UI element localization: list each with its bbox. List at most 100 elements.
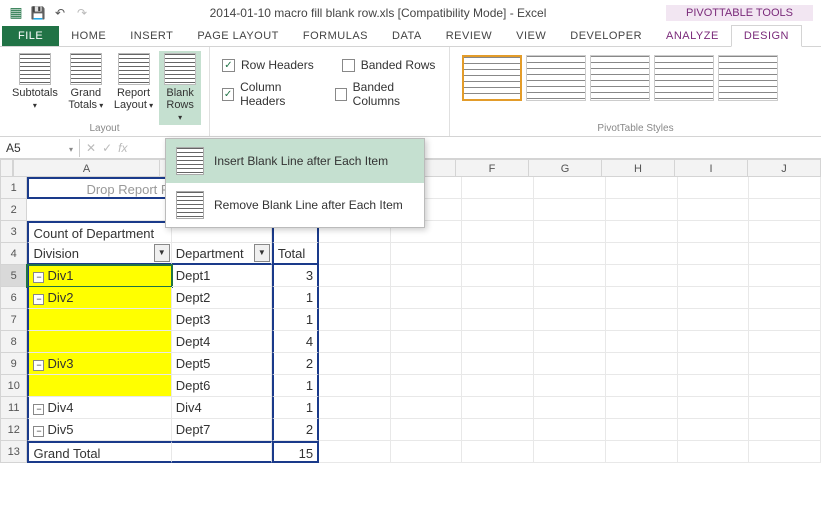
- cell[interactable]: 1: [272, 309, 319, 331]
- cell[interactable]: [749, 265, 821, 287]
- cell[interactable]: 3: [272, 265, 319, 287]
- cell[interactable]: [462, 397, 534, 419]
- banded-rows-checkbox[interactable]: Banded Rows: [338, 55, 440, 75]
- style-swatch[interactable]: [718, 55, 778, 101]
- cell[interactable]: Dept6: [172, 375, 272, 397]
- cell[interactable]: [27, 199, 171, 221]
- row-header[interactable]: 5: [0, 265, 27, 287]
- cell[interactable]: −Div1: [27, 265, 171, 287]
- cell[interactable]: [319, 243, 391, 265]
- row-header[interactable]: 13: [0, 441, 27, 463]
- cell[interactable]: [749, 397, 821, 419]
- cell[interactable]: [391, 331, 463, 353]
- cell[interactable]: [606, 353, 678, 375]
- report-layout-button[interactable]: Report Layout: [110, 51, 158, 125]
- cell[interactable]: [678, 441, 750, 463]
- row-header[interactable]: 10: [0, 375, 27, 397]
- cell[interactable]: [678, 265, 750, 287]
- row-header[interactable]: 1: [0, 177, 27, 199]
- column-header[interactable]: A: [13, 159, 160, 177]
- cell[interactable]: 1: [272, 375, 319, 397]
- cell[interactable]: −Div2: [27, 287, 171, 309]
- fx-icon[interactable]: fx: [118, 141, 127, 155]
- cell[interactable]: [606, 331, 678, 353]
- grand-totals-button[interactable]: Grand Totals: [64, 51, 108, 125]
- cell[interactable]: [749, 199, 821, 221]
- cancel-icon[interactable]: ✕: [86, 141, 96, 155]
- cell[interactable]: [749, 331, 821, 353]
- column-header[interactable]: I: [675, 159, 748, 177]
- redo-icon[interactable]: ↷: [74, 5, 90, 21]
- tab-developer[interactable]: DEVELOPER: [558, 26, 654, 46]
- cell[interactable]: Dept7: [172, 419, 272, 441]
- cell[interactable]: [319, 287, 391, 309]
- subtotals-button[interactable]: Subtotals: [8, 51, 62, 125]
- cell[interactable]: [749, 375, 821, 397]
- cell[interactable]: [391, 375, 463, 397]
- collapse-icon[interactable]: −: [33, 360, 44, 371]
- cell[interactable]: [749, 243, 821, 265]
- cell[interactable]: [749, 221, 821, 243]
- collapse-icon[interactable]: −: [33, 426, 44, 437]
- insert-blank-line-item[interactable]: Insert Blank Line after Each Item: [166, 139, 424, 183]
- cell[interactable]: [606, 397, 678, 419]
- cell[interactable]: [462, 177, 534, 199]
- tab-formulas[interactable]: FORMULAS: [291, 26, 380, 46]
- cell[interactable]: [462, 199, 534, 221]
- column-header[interactable]: J: [748, 159, 821, 177]
- collapse-icon[interactable]: −: [33, 272, 44, 283]
- name-box[interactable]: A5: [0, 139, 80, 157]
- row-header[interactable]: 3: [0, 221, 27, 243]
- cell[interactable]: [606, 441, 678, 463]
- tab-file[interactable]: FILE: [2, 26, 59, 46]
- cell[interactable]: [678, 375, 750, 397]
- cell[interactable]: [319, 353, 391, 375]
- tab-design[interactable]: DESIGN: [731, 25, 802, 47]
- cell[interactable]: [391, 419, 463, 441]
- cell[interactable]: [319, 331, 391, 353]
- cell[interactable]: [678, 331, 750, 353]
- cell[interactable]: −Div3: [27, 353, 171, 375]
- cell[interactable]: Grand Total: [27, 441, 171, 463]
- cell[interactable]: Dept2: [172, 287, 272, 309]
- cell[interactable]: [749, 287, 821, 309]
- cell[interactable]: [534, 265, 606, 287]
- cell[interactable]: [534, 309, 606, 331]
- cell[interactable]: [391, 243, 463, 265]
- row-header[interactable]: 4: [0, 243, 27, 265]
- cell[interactable]: [462, 353, 534, 375]
- save-icon[interactable]: 💾: [30, 5, 46, 21]
- row-header[interactable]: 12: [0, 419, 27, 441]
- cell[interactable]: [462, 331, 534, 353]
- cell[interactable]: [606, 221, 678, 243]
- cell[interactable]: [678, 177, 750, 199]
- cell[interactable]: [606, 309, 678, 331]
- tab-analyze[interactable]: ANALYZE: [654, 26, 731, 46]
- row-headers-checkbox[interactable]: ✓Row Headers: [218, 55, 318, 75]
- cell[interactable]: [534, 287, 606, 309]
- division-filter-button[interactable]: ▼: [154, 244, 170, 262]
- cell[interactable]: [319, 309, 391, 331]
- cell[interactable]: Count of Department: [27, 221, 171, 243]
- cell[interactable]: [534, 353, 606, 375]
- style-swatch[interactable]: [654, 55, 714, 101]
- cell[interactable]: 15: [272, 441, 319, 463]
- cell[interactable]: [319, 265, 391, 287]
- cell[interactable]: [462, 375, 534, 397]
- cell[interactable]: [172, 441, 272, 463]
- cell[interactable]: [27, 375, 171, 397]
- row-header[interactable]: 6: [0, 287, 27, 309]
- department-filter-button[interactable]: ▼: [254, 244, 270, 262]
- tab-home[interactable]: HOME: [59, 26, 118, 46]
- cell[interactable]: Dept1: [172, 265, 272, 287]
- cell[interactable]: Dept5: [172, 353, 272, 375]
- cell[interactable]: [462, 243, 534, 265]
- banded-columns-checkbox[interactable]: Banded Columns: [331, 77, 441, 111]
- cell[interactable]: [678, 353, 750, 375]
- collapse-icon[interactable]: −: [33, 404, 44, 415]
- cell[interactable]: [606, 375, 678, 397]
- cell[interactable]: [391, 397, 463, 419]
- cell[interactable]: [678, 243, 750, 265]
- cell[interactable]: [462, 287, 534, 309]
- cell[interactable]: [534, 441, 606, 463]
